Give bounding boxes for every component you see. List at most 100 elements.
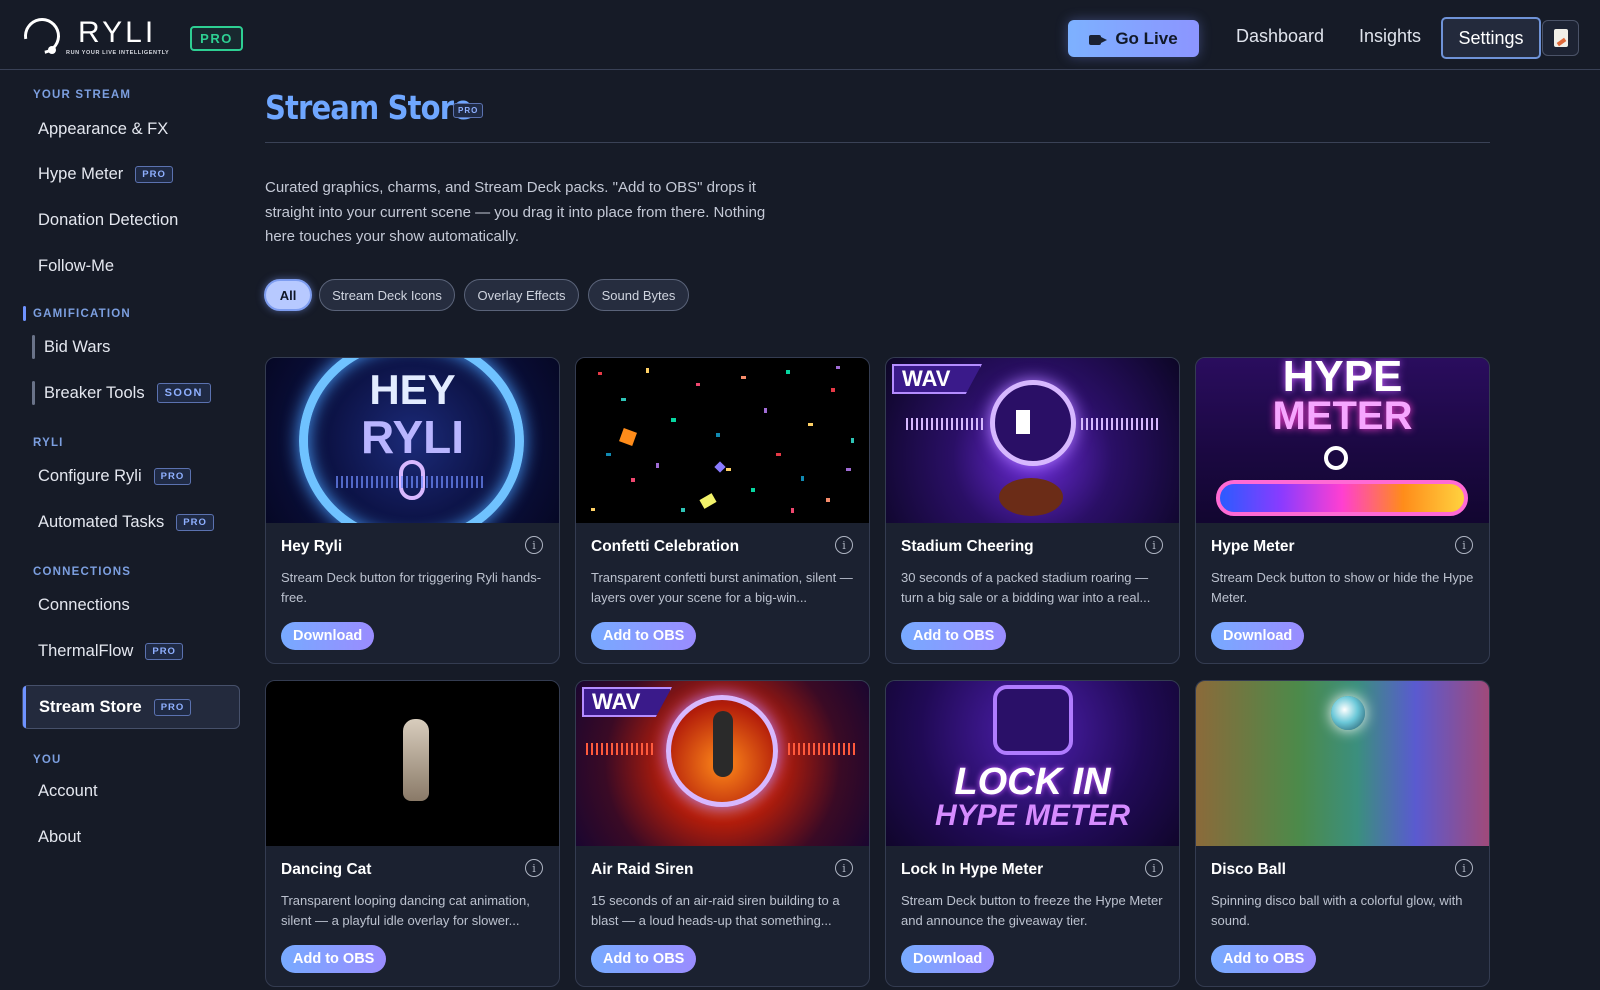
art-text: HEY [369,366,456,413]
store-card-stadium-cheering: WAV Stadium Cheering i 30 seconds of a p… [885,357,1180,664]
sidebar-item-label: Donation Detection [38,210,179,229]
section-your-stream: YOUR STREAM [33,89,132,101]
docs-button[interactable] [1542,20,1579,56]
sidebar-item-label: Configure Ryli [38,466,142,485]
info-icon[interactable]: i [1455,536,1473,554]
soon-badge: SOON [156,383,211,403]
wav-tag: WAV [892,364,982,394]
filter-all[interactable]: All [264,279,312,311]
sidebar-item-account[interactable]: Account [22,771,240,811]
disco-ball-thumbnail [1196,681,1489,846]
pro-badge: PRO [153,698,192,716]
info-icon[interactable]: i [1145,859,1163,877]
ryli-logo[interactable]: RYLI RUN YOUR LIVE INTELLIGENTLY [16,10,174,62]
filter-stream-deck-icons[interactable]: Stream Deck Icons [319,279,455,311]
filter-overlay-effects[interactable]: Overlay Effects [464,279,579,311]
card-title: Hey Ryli [281,538,343,555]
pro-badge: PRO [153,467,192,485]
disco-ball-icon [1331,696,1365,730]
store-card-air-raid-siren: WAV Air Raid Siren i 15 seconds of an ai… [575,680,870,987]
add-to-obs-button[interactable]: Add to OBS [1211,945,1317,973]
sidebar-item-configure-ryli[interactable]: Configure Ryli PRO [22,456,240,496]
info-icon[interactable]: i [835,859,853,877]
card-title: Dancing Cat [281,861,372,878]
sidebar-item-label: About [38,827,82,846]
download-button[interactable]: Download [1211,622,1305,650]
info-icon[interactable]: i [1455,859,1473,877]
sidebar-item-label: Hype Meter [38,164,124,183]
pro-badge: PRO [176,513,214,531]
title-pro-badge: PRO [453,103,484,118]
art-text: METER [1272,394,1413,438]
confetti-thumbnail [576,358,869,523]
sidebar-item-label: Breaker Tools [44,383,145,402]
sidebar-item-label: Stream Store [39,697,142,716]
hey-ryli-thumbnail: HEY RYLI [266,358,559,523]
sidebar-item-label: Bid Wars [44,337,111,356]
sidebar-item-automated-tasks[interactable]: Automated Tasks PRO [22,502,240,542]
go-live-label: Go Live [1115,28,1178,48]
filter-sound-bytes[interactable]: Sound Bytes [588,279,689,311]
art-text: HYPE METER [934,799,1131,832]
title-divider [265,142,1490,143]
sidebar-item-hype-meter[interactable]: Hype Meter PRO [22,154,240,194]
card-description: Stream Deck button to freeze the Hype Me… [901,893,1163,928]
stadium-cheering-thumbnail: WAV [886,358,1179,523]
wav-tag: WAV [582,687,672,717]
info-icon[interactable]: i [1145,536,1163,554]
info-icon[interactable]: i [525,859,543,877]
nav-insights[interactable]: Insights [1359,26,1421,47]
nav-settings[interactable]: Settings [1441,17,1541,59]
go-live-button[interactable]: Go Live [1068,20,1199,57]
section-connections: CONNECTIONS [33,566,132,578]
sidebar-item-appearance[interactable]: Appearance & FX [22,109,240,149]
section-ryli: RYLI [33,437,64,449]
sidebar-item-about[interactable]: About [22,817,240,857]
pro-badge: PRO [145,642,183,660]
info-icon[interactable]: i [525,536,543,554]
sidebar-item-donation-detection[interactable]: Donation Detection [22,200,240,240]
sidebar-item-follow-me[interactable]: Follow-Me [22,246,240,286]
logo-tagline: RUN YOUR LIVE INTELLIGENTLY [66,50,170,56]
lock-in-hype-meter-thumbnail: LOCK IN HYPE METER [886,681,1179,846]
download-button[interactable]: Download [901,945,995,973]
card-title: Air Raid Siren [591,861,694,878]
nav-dashboard[interactable]: Dashboard [1236,26,1324,47]
football-icon [999,478,1063,516]
card-title: Confetti Celebration [591,538,740,555]
lock-icon [993,685,1073,755]
add-to-obs-button[interactable]: Add to OBS [901,622,1007,650]
speaker-icon [1016,410,1030,434]
dancing-cat-thumbnail [266,681,559,846]
pro-badge: PRO [135,165,173,183]
sidebar-item-breaker-tools[interactable]: Breaker Tools SOON [32,373,232,413]
bomb-icon [713,711,733,777]
sidebar-item-label: Follow-Me [38,256,115,275]
sidebar-item-stream-store[interactable]: Stream Store PRO [22,685,240,729]
card-description: 15 seconds of an air-raid siren building… [591,893,840,928]
air-raid-siren-thumbnail: WAV [576,681,869,846]
info-icon[interactable]: i [835,536,853,554]
confetti-art [591,366,854,513]
sidebar-item-thermalflow[interactable]: ThermalFlow PRO [22,631,240,671]
card-description: Stream Deck button for triggering Ryli h… [281,570,542,605]
add-to-obs-button[interactable]: Add to OBS [591,945,697,973]
sidebar-item-bid-wars[interactable]: Bid Wars [32,327,232,367]
download-button[interactable]: Download [281,622,375,650]
logo-wordmark: RYLI [78,16,157,49]
add-to-obs-button[interactable]: Add to OBS [281,945,387,973]
card-title: Disco Ball [1211,861,1286,878]
add-to-obs-button[interactable]: Add to OBS [591,622,697,650]
sidebar-item-label: Automated Tasks [38,512,165,531]
video-camera-icon [1089,32,1108,46]
cat-figure [403,719,429,801]
card-description: Transparent looping dancing cat animatio… [281,893,530,928]
document-icon [1553,29,1568,47]
sidebar-item-connections[interactable]: Connections [22,585,240,625]
top-bar: RYLI RUN YOUR LIVE INTELLIGENTLY PRO Go … [0,0,1600,70]
hype-meter-thumbnail: HYPE METER [1196,358,1489,523]
card-title: Hype Meter [1211,538,1295,555]
intro-text: Curated graphics, charms, and Stream Dec… [265,179,766,245]
store-card-lock-in-hype-meter: LOCK IN HYPE METER Lock In Hype Meter i … [885,680,1180,987]
card-description: Spinning disco ball with a colorful glow… [1211,893,1463,928]
